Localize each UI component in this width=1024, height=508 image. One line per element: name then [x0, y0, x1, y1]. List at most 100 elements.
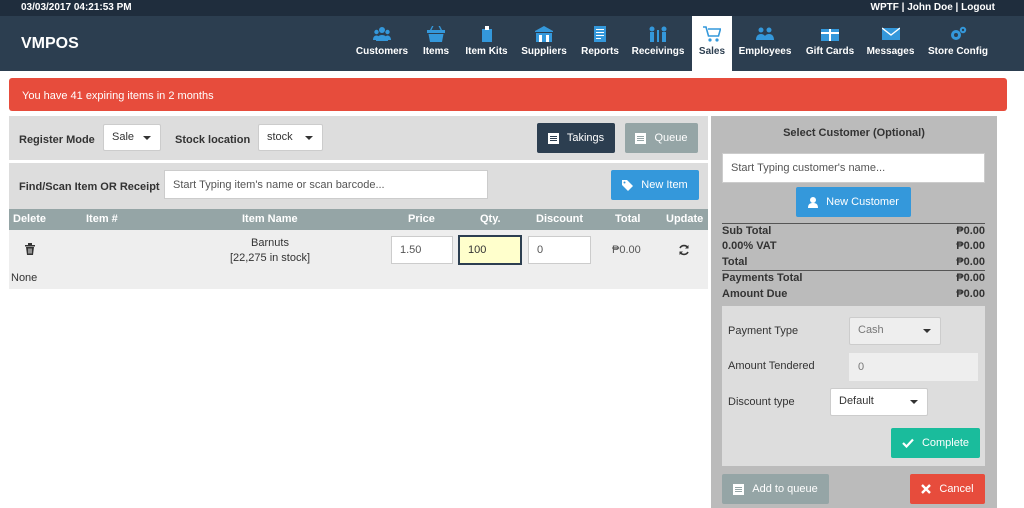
col-qty: Qty. [480, 213, 501, 225]
vat-row: 0.00% VAT ₱0.00 [722, 240, 985, 252]
customer-search-placeholder: Start Typing customer's name... [731, 162, 886, 174]
nav-label: Reports [581, 46, 619, 57]
item-kits-icon [481, 26, 492, 42]
discount-input[interactable]: 0 [528, 236, 591, 264]
queue-label: Queue [654, 132, 688, 144]
nav-label: Suppliers [521, 46, 567, 57]
item-name: Barnuts [251, 237, 289, 249]
col-update: Update [666, 213, 704, 225]
price-input[interactable]: 1.50 [391, 236, 453, 264]
discount-type-label: Discount type [728, 396, 795, 408]
divider [722, 223, 985, 224]
new-customer-label: New Customer [826, 196, 899, 208]
col-item-number: Item # [86, 213, 118, 225]
cancel-button[interactable]: Cancel [910, 474, 985, 504]
stock-location-select[interactable]: stock [258, 124, 323, 151]
refresh-icon[interactable] [678, 244, 690, 256]
amount-tendered-value: 0 [858, 361, 865, 373]
receivings-icon [649, 26, 667, 42]
takings-label: Takings [566, 132, 605, 144]
nav-sales[interactable]: Sales [692, 16, 732, 71]
qty-input[interactable]: 100 [458, 235, 522, 265]
payment-box: Payment Type Cash Amount Tendered 0 Disc… [722, 306, 985, 466]
complete-label: Complete [921, 437, 970, 449]
discount-type-value: Default [839, 395, 874, 407]
find-item-label: Find/Scan Item OR Receipt [19, 181, 160, 193]
payment-type-value: Cash [858, 324, 884, 336]
chevron-down-icon [143, 136, 151, 140]
employees-icon [756, 27, 774, 40]
new-customer-button[interactable]: New Customer [796, 187, 911, 217]
user-links[interactable]: WPTF | John Doe | Logout [871, 2, 995, 13]
nav-store-config[interactable]: Store Config [926, 16, 990, 71]
brand-logo[interactable]: VMPOS [21, 35, 79, 53]
takings-button[interactable]: Takings [537, 123, 615, 153]
cancel-label: Cancel [939, 483, 974, 495]
chevron-down-icon [923, 329, 931, 333]
col-item-name: Item Name [242, 213, 298, 225]
discount-value: 0 [537, 244, 544, 256]
close-icon [921, 484, 932, 494]
queue-button[interactable]: Queue [625, 123, 698, 153]
gears-icon [951, 26, 967, 40]
subtotal-row: Sub Total ₱0.00 [722, 225, 985, 237]
col-total: Total [615, 213, 641, 225]
trash-icon[interactable] [25, 243, 35, 255]
sale-summary-panel: Select Customer (Optional) Start Typing … [711, 116, 997, 508]
nav-gift-cards[interactable]: Gift Cards [803, 16, 857, 71]
stock-location-value: stock [267, 131, 293, 143]
payment-type-select[interactable]: Cash [849, 317, 941, 345]
add-to-queue-button[interactable]: Add to queue [722, 474, 829, 504]
nav-item-kits[interactable]: Item Kits [463, 16, 510, 71]
suppliers-icon [535, 26, 553, 42]
nav-receivings[interactable]: Receivings [631, 16, 685, 71]
register-mode-panel: Register Mode Sale Stock location stock … [9, 116, 708, 160]
total-row: Total ₱0.00 [722, 256, 985, 268]
nav-label: Gift Cards [805, 46, 855, 57]
line-total: ₱0.00 [612, 244, 641, 256]
payment-type-label: Payment Type [728, 325, 799, 337]
discount-type-select[interactable]: Default [830, 388, 928, 416]
chevron-down-icon [305, 136, 313, 140]
nav-customers[interactable]: Customers [355, 16, 409, 71]
select-customer-title: Select Customer (Optional) [783, 127, 925, 139]
amount-due-row: Amount Due ₱0.00 [722, 288, 985, 300]
tag-icon [622, 179, 634, 191]
register-mode-select[interactable]: Sale [103, 124, 161, 151]
nav-label: Items [422, 46, 450, 57]
new-item-button[interactable]: New Item [611, 170, 699, 200]
users-icon [373, 27, 391, 41]
find-item-panel: Find/Scan Item OR Receipt Start Typing i… [9, 163, 708, 209]
col-delete: Delete [13, 213, 47, 225]
table-row: Barnuts [22,275 in stock] 1.50 100 0 ₱0.… [9, 230, 708, 289]
item-search-input[interactable]: Start Typing item's name or scan barcode… [164, 170, 488, 199]
summary-label: Total [722, 256, 748, 268]
summary-value: ₱0.00 [956, 240, 985, 252]
nav-suppliers[interactable]: Suppliers [520, 16, 568, 71]
envelope-icon [881, 27, 900, 40]
nav-label: Employees [738, 46, 792, 57]
nav-messages[interactable]: Messages [866, 16, 915, 71]
summary-value: ₱0.00 [956, 288, 985, 300]
nav-label: Customers [355, 46, 409, 57]
customer-search-input[interactable]: Start Typing customer's name... [722, 153, 985, 183]
item-search-placeholder: Start Typing item's name or scan barcode… [173, 178, 385, 191]
nav-reports[interactable]: Reports [579, 16, 621, 71]
expiring-items-alert: You have 41 expiring items in 2 months [9, 78, 1007, 111]
amount-tendered-input[interactable]: 0 [849, 353, 978, 381]
list-icon [635, 132, 647, 144]
col-discount: Discount [536, 213, 584, 225]
summary-label: Amount Due [722, 288, 788, 300]
register-mode-label: Register Mode [19, 134, 95, 146]
user-icon [808, 196, 819, 208]
nav-label: Messages [866, 46, 915, 57]
chevron-down-icon [910, 400, 918, 404]
top-bar: 03/03/2017 04:21:53 PM WPTF | John Doe |… [0, 0, 1024, 16]
nav-employees[interactable]: Employees [738, 16, 792, 71]
payments-total-row: Payments Total ₱0.00 [722, 272, 985, 284]
nav-label: Item Kits [465, 46, 508, 57]
nav-items[interactable]: Items [419, 16, 453, 71]
complete-button[interactable]: Complete [891, 428, 980, 458]
summary-value: ₱0.00 [956, 225, 985, 237]
cart-icon [703, 26, 721, 42]
